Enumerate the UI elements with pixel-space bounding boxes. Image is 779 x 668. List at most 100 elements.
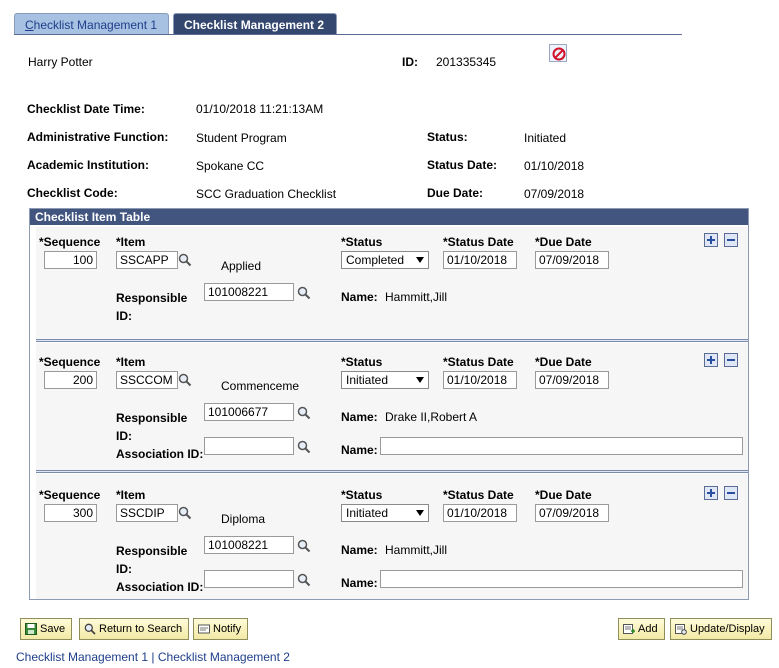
- status-date-value: 01/10/2018: [524, 159, 585, 173]
- due-date-header: *Due Date: [535, 235, 592, 249]
- footer-separator: |: [148, 650, 158, 664]
- due-date-label: Due Date:: [427, 186, 484, 200]
- notify-button-label: Notify: [213, 623, 242, 635]
- responsible-label: Responsible: [116, 411, 188, 425]
- chevron-down-icon: [416, 377, 424, 383]
- item-header: *Item: [116, 355, 146, 369]
- responsible-label: Responsible: [116, 544, 188, 558]
- tab-label: Checklist Management 2: [184, 18, 325, 32]
- chevron-down-icon: [416, 257, 424, 263]
- sequence-input[interactable]: 300: [44, 504, 97, 522]
- update-display-icon: [675, 624, 687, 635]
- association-id-input[interactable]: [204, 570, 294, 588]
- name-label: Name:: [341, 543, 378, 557]
- save-button[interactable]: Save: [20, 618, 73, 640]
- magnifier-icon[interactable]: [297, 573, 311, 587]
- magnifier-icon[interactable]: [297, 539, 311, 553]
- status-date-header: *Status Date: [443, 235, 514, 249]
- item-input[interactable]: SSCDIP: [116, 504, 178, 522]
- status-date-input[interactable]: 01/10/2018: [443, 371, 517, 389]
- responsible-name: Hammitt,Jill: [385, 543, 447, 557]
- save-icon: [25, 623, 37, 635]
- responsible-label-id: ID:: [116, 562, 132, 576]
- tab-label: hecklist Management 1: [33, 18, 158, 32]
- magnifier-icon[interactable]: [297, 440, 311, 454]
- delete-row-button[interactable]: [724, 486, 738, 500]
- tab-divider: [14, 34, 682, 35]
- update-display-button[interactable]: Update/Display: [670, 618, 772, 640]
- due-date-input[interactable]: 07/09/2018: [535, 371, 609, 389]
- update-display-label: Update/Display: [690, 623, 765, 635]
- magnifier-icon[interactable]: [297, 286, 311, 300]
- minus-icon: [727, 359, 735, 361]
- status-select-value: Completed: [346, 253, 405, 267]
- academic-institution-label: Academic Institution:: [27, 158, 150, 172]
- due-date-input[interactable]: 07/09/2018: [535, 251, 609, 269]
- magnifier-icon[interactable]: [178, 373, 192, 387]
- item-header: *Item: [116, 235, 146, 249]
- status-header: *Status: [341, 488, 383, 502]
- responsible-id-input[interactable]: 101008221: [204, 283, 294, 301]
- due-date-header: *Due Date: [535, 355, 592, 369]
- checklist-item-row-1: *Sequence *Item *Status *Status Date *Du…: [36, 227, 748, 339]
- association-id-input[interactable]: [204, 437, 294, 455]
- magnifier-icon: [84, 623, 96, 635]
- status-date-label: Status Date:: [427, 158, 498, 172]
- tab-accesskey-letter: C: [25, 18, 34, 32]
- checklist-code-value: SCC Graduation Checklist: [196, 187, 337, 201]
- sequence-input[interactable]: 100: [44, 251, 97, 269]
- admin-function-value: Student Program: [196, 131, 287, 145]
- status-select[interactable]: Initiated: [341, 504, 429, 522]
- magnifier-icon[interactable]: [178, 506, 192, 520]
- sequence-header: *Sequence: [39, 235, 101, 249]
- status-date-input[interactable]: 01/10/2018: [443, 251, 517, 269]
- tab-checklist-management-1[interactable]: Checklist Management 1: [14, 13, 169, 35]
- responsible-id-input[interactable]: 101008221: [204, 536, 294, 554]
- status-select[interactable]: Initiated: [341, 371, 429, 389]
- association-id-label: Association ID:: [116, 580, 204, 594]
- minus-icon: [727, 239, 735, 241]
- admin-function-label: Administrative Function:: [27, 130, 169, 144]
- item-description: Applied: [221, 259, 262, 273]
- checklist-item-table: Checklist Item Table *Sequence *Item *St…: [29, 208, 749, 600]
- due-date-input[interactable]: 07/09/2018: [535, 504, 609, 522]
- add-row-button[interactable]: [704, 486, 718, 500]
- tab-checklist-management-2[interactable]: Checklist Management 2: [173, 13, 337, 35]
- checklist-item-table-title: Checklist Item Table: [30, 209, 748, 225]
- item-input[interactable]: SSCAPP: [116, 251, 178, 269]
- sequence-input[interactable]: 200: [44, 371, 97, 389]
- footer-link-checklist-management-2[interactable]: Checklist Management 2: [158, 650, 290, 664]
- add-button[interactable]: Add: [618, 618, 665, 640]
- add-button-label: Add: [638, 623, 658, 635]
- association-name-input[interactable]: [380, 437, 743, 455]
- responsible-id-input[interactable]: 101006677: [204, 403, 294, 421]
- delete-checklist-button[interactable]: [549, 44, 567, 62]
- responsible-name: Hammitt,Jill: [385, 290, 447, 304]
- footer-link-checklist-management-1[interactable]: Checklist Management 1: [16, 650, 148, 664]
- status-date-header: *Status Date: [443, 488, 514, 502]
- status-date-input[interactable]: 01/10/2018: [443, 504, 517, 522]
- notify-icon: [198, 624, 210, 634]
- person-name: Harry Potter: [28, 55, 93, 69]
- magnifier-icon[interactable]: [297, 406, 311, 420]
- status-select[interactable]: Completed: [341, 251, 429, 269]
- status-select-value: Initiated: [346, 373, 389, 387]
- notify-button[interactable]: Notify: [193, 618, 249, 640]
- page: Checklist Management 1 Checklist Managem…: [0, 0, 779, 668]
- return-to-search-button[interactable]: Return to Search: [79, 618, 190, 640]
- academic-institution-value: Spokane CC: [196, 159, 265, 173]
- chevron-down-icon: [416, 510, 424, 516]
- add-row-button[interactable]: [704, 233, 718, 247]
- responsible-label: Responsible: [116, 291, 188, 305]
- magnifier-icon[interactable]: [178, 253, 192, 267]
- due-date-header: *Due Date: [535, 488, 592, 502]
- association-name-input[interactable]: [380, 570, 743, 588]
- item-header: *Item: [116, 488, 146, 502]
- delete-row-button[interactable]: [724, 353, 738, 367]
- delete-row-button[interactable]: [724, 233, 738, 247]
- add-icon: [623, 624, 635, 634]
- add-row-button[interactable]: [704, 353, 718, 367]
- item-input[interactable]: SSCCOM: [116, 371, 178, 389]
- id-value: 201335345: [436, 55, 497, 69]
- status-header: *Status: [341, 235, 383, 249]
